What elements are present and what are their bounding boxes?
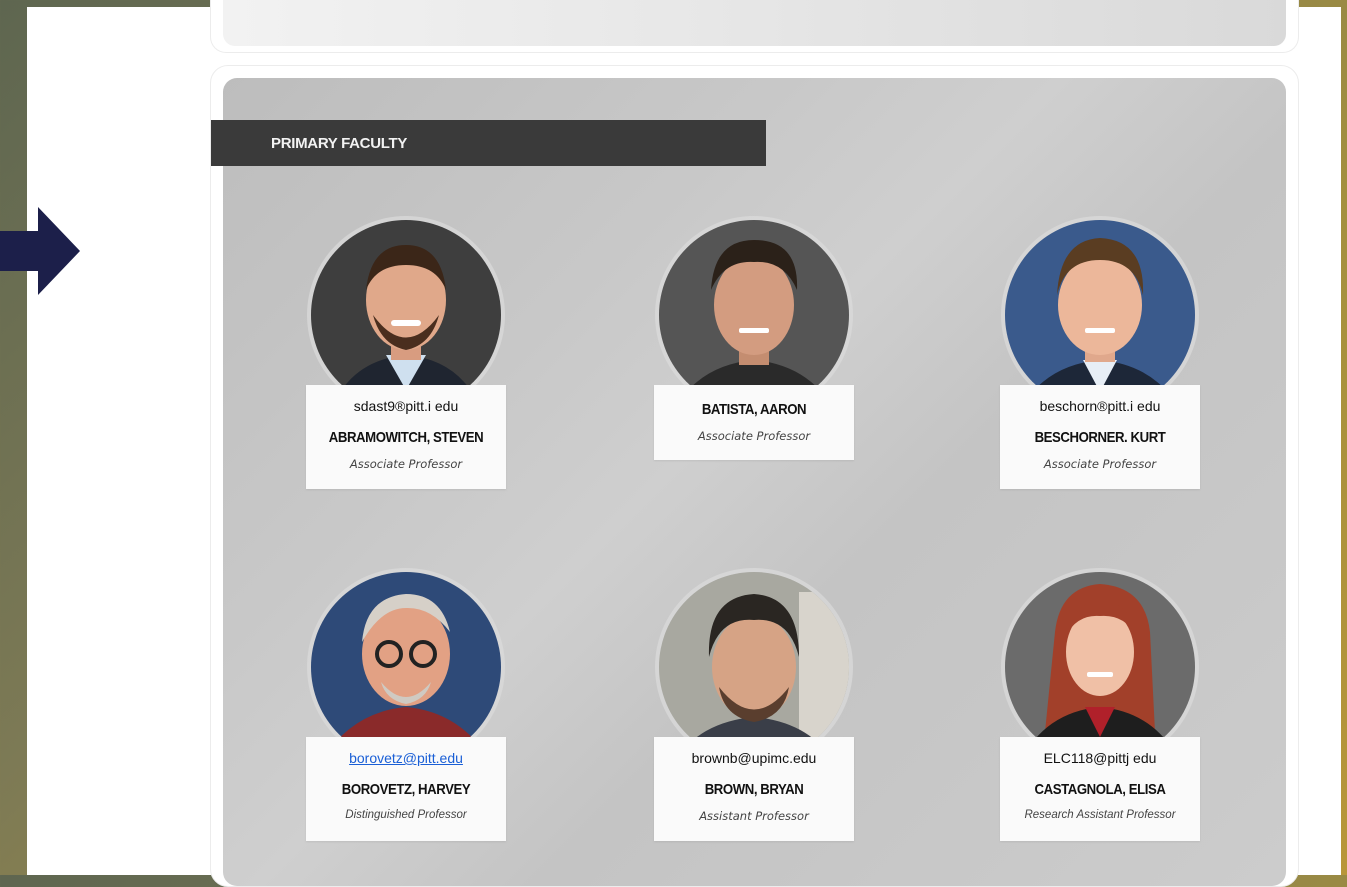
section-header: PRIMARY FACULTY	[211, 120, 766, 166]
faculty-role: Research Assistant Professor	[1024, 809, 1176, 821]
faculty-photo	[1005, 572, 1195, 762]
faculty-info: borovetz@pitt.edu BOROVETZ, HARVEY Disti…	[306, 737, 506, 841]
faculty-email: ELC118@pittj edu	[1043, 750, 1157, 766]
faculty-info: ELC118@pittj edu CASTAGNOLA, ELISA Resea…	[1000, 737, 1200, 841]
faculty-role: Associate Professor	[1043, 457, 1157, 471]
faculty-photo	[311, 572, 501, 762]
faculty-photo	[311, 220, 501, 410]
faculty-name: BATISTA, AARON	[701, 401, 807, 418]
faculty-name: BOROVETZ, HARVEY	[341, 781, 471, 798]
faculty-photo	[1005, 220, 1195, 410]
faculty-role: Distinguished Professor	[345, 809, 467, 821]
faculty-name: ABRAMOWITCH, STEVEN	[328, 429, 484, 446]
faculty-info: beschorn®pitt.i edu BESCHORNER. KURT Ass…	[1000, 385, 1200, 489]
faculty-info: sdast9®pitt.i edu ABRAMOWITCH, STEVEN As…	[306, 385, 506, 489]
top-card	[210, 0, 1299, 53]
faculty-name: CASTAGNOLA, ELISA	[1034, 781, 1166, 798]
faculty-email: beschorn®pitt.i edu	[1039, 398, 1161, 414]
faculty-role: Assistant Professor	[699, 809, 809, 823]
section-title: PRIMARY FACULTY	[271, 134, 408, 152]
faculty-email-link[interactable]: borovetz@pitt.edu	[306, 737, 506, 770]
faculty-info: BATISTA, AARON Associate Professor	[654, 385, 854, 460]
faculty-name: BROWN, BRYAN	[704, 781, 804, 798]
faculty-name: BESCHORNER. KURT	[1034, 429, 1166, 446]
faculty-info: brownb@upimc.edu BROWN, BRYAN Assistant …	[654, 737, 854, 841]
faculty-role: Associate Professor	[349, 457, 463, 471]
faculty-photo	[659, 572, 849, 762]
arrow-right-icon	[0, 207, 80, 295]
faculty-email: brownb@upimc.edu	[691, 750, 817, 766]
faculty-email: sdast9®pitt.i edu	[353, 398, 459, 414]
faculty-role: Associate Professor	[697, 429, 811, 443]
faculty-photo	[659, 220, 849, 410]
